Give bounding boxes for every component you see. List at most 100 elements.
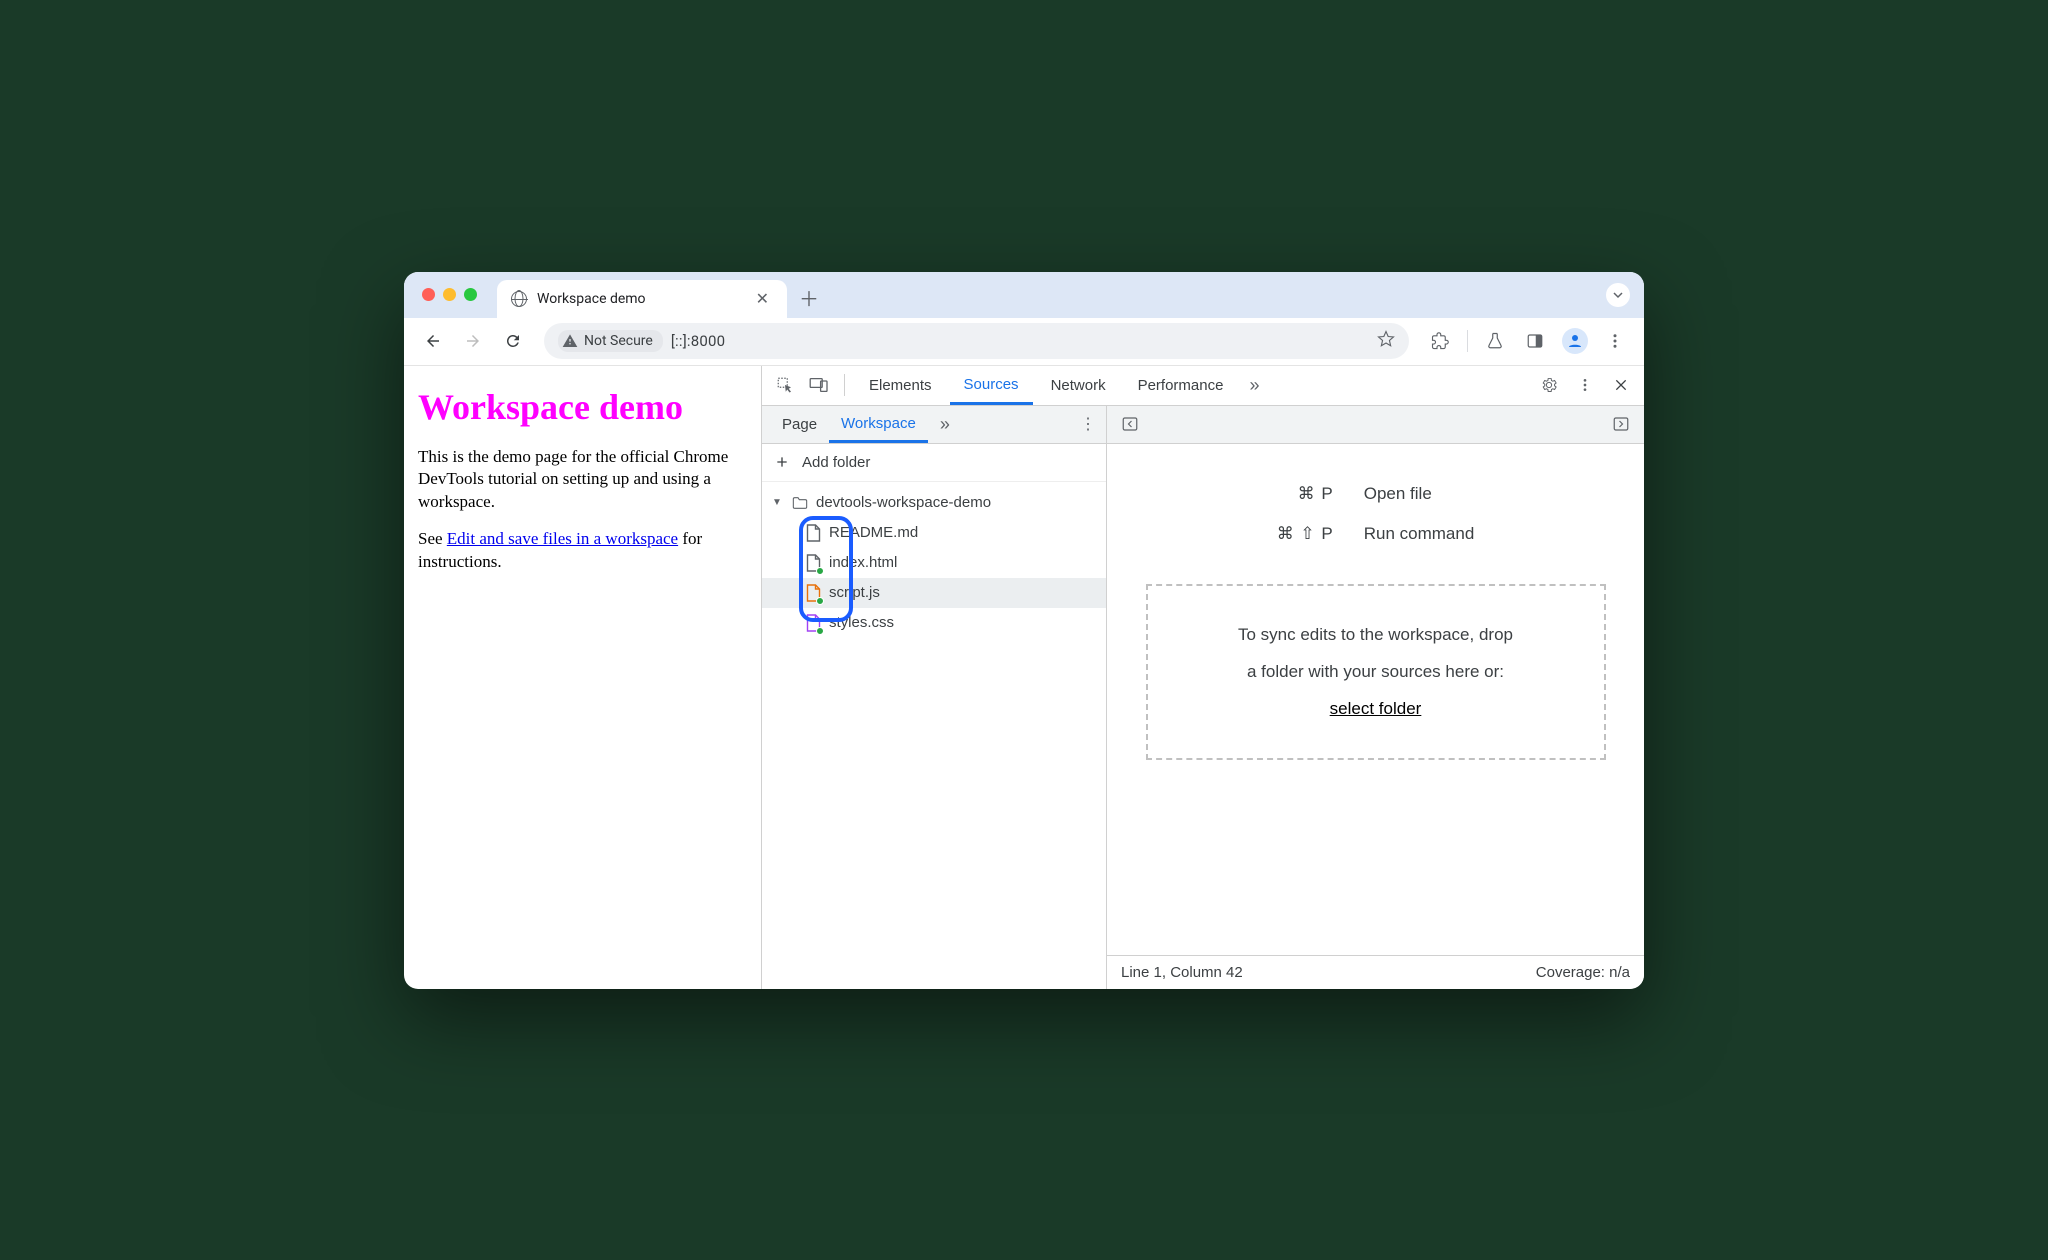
minimize-window-button[interactable]: [443, 288, 456, 301]
file-name: styles.css: [829, 614, 894, 631]
browser-tab[interactable]: Workspace demo ✕: [497, 280, 787, 318]
folder-icon: [792, 496, 808, 510]
cursor-position: Line 1, Column 42: [1121, 964, 1243, 981]
file-row-readme[interactable]: README.md: [762, 518, 1106, 548]
subtab-page[interactable]: Page: [770, 406, 829, 443]
maximize-window-button[interactable]: [464, 288, 477, 301]
workspace-tutorial-link[interactable]: Edit and save files in a workspace: [447, 529, 678, 548]
side-panel-button[interactable]: [1518, 324, 1552, 358]
more-tabs-button[interactable]: »: [1241, 375, 1267, 396]
editor-pane: ⌘ P Open file ⌘ ⇧ P Run command To sync …: [1107, 406, 1644, 989]
shortcut-key: ⌘ P: [1277, 484, 1334, 504]
page-heading: Workspace demo: [418, 386, 747, 428]
reload-icon: [504, 332, 522, 350]
panel-icon: [1526, 332, 1544, 350]
separator: [844, 374, 845, 396]
device-toolbar-button[interactable]: [804, 370, 834, 400]
shortcut-key: ⌘ ⇧ P: [1277, 524, 1334, 544]
inspect-icon: [776, 376, 794, 394]
add-folder-button[interactable]: Add folder: [762, 444, 1106, 482]
tab-search-button[interactable]: [1606, 283, 1630, 307]
editor-body: ⌘ P Open file ⌘ ⇧ P Run command To sync …: [1107, 444, 1644, 955]
subtab-workspace[interactable]: Workspace: [829, 406, 928, 443]
drop-text-2: a folder with your sources here or:: [1178, 653, 1574, 690]
file-row-styles[interactable]: styles.css: [762, 608, 1106, 638]
window-controls: [422, 288, 477, 301]
shortcuts-help: ⌘ P Open file ⌘ ⇧ P Run command: [1277, 484, 1475, 544]
file-row-index[interactable]: index.html: [762, 548, 1106, 578]
browser-window: Workspace demo ✕ ＋ Not Secure [::]:8000: [404, 272, 1644, 989]
file-name: index.html: [829, 554, 897, 571]
arrow-left-icon: [424, 332, 442, 350]
css-file-icon: [806, 614, 821, 632]
star-icon: [1377, 330, 1395, 348]
drop-zone[interactable]: To sync edits to the workspace, drop a f…: [1146, 584, 1606, 760]
separator: [1467, 330, 1468, 352]
globe-icon: [511, 291, 527, 307]
page-viewport: Workspace demo This is the demo page for…: [404, 366, 762, 989]
menu-button[interactable]: [1598, 324, 1632, 358]
close-window-button[interactable]: [422, 288, 435, 301]
reload-button[interactable]: [496, 324, 530, 358]
forward-button[interactable]: [456, 324, 490, 358]
page-paragraph-2: See Edit and save files in a workspace f…: [418, 528, 747, 574]
sources-sidebar: Page Workspace » ⋮ Add folder ▼: [762, 406, 1107, 989]
gear-icon: [1540, 376, 1558, 394]
close-icon: [1613, 377, 1629, 393]
add-folder-label: Add folder: [802, 454, 870, 471]
coverage-status: Coverage: n/a: [1536, 964, 1630, 981]
tab-performance[interactable]: Performance: [1124, 366, 1238, 405]
devices-icon: [809, 377, 829, 393]
editor-status-bar: Line 1, Column 42 Coverage: n/a: [1107, 955, 1644, 989]
kebab-icon: [1577, 377, 1593, 393]
inspect-button[interactable]: [770, 370, 800, 400]
arrow-right-icon: [464, 332, 482, 350]
back-button[interactable]: [416, 324, 450, 358]
file-row-script[interactable]: script.js: [762, 578, 1106, 608]
labs-button[interactable]: [1478, 324, 1512, 358]
tab-elements[interactable]: Elements: [855, 366, 946, 405]
file-name: script.js: [829, 584, 880, 601]
omnibox[interactable]: Not Secure [::]:8000: [544, 323, 1409, 359]
devtools-settings-button[interactable]: [1534, 370, 1564, 400]
devtools-tabs: Elements Sources Network Performance »: [762, 366, 1644, 406]
devtools-close-button[interactable]: [1606, 370, 1636, 400]
security-label: Not Secure: [584, 333, 653, 349]
folder-name: devtools-workspace-demo: [816, 494, 991, 511]
devtools-body: Page Workspace » ⋮ Add folder ▼: [762, 406, 1644, 989]
sources-sidebar-menu[interactable]: ⋮: [1070, 414, 1106, 434]
disclosure-triangle-icon: ▼: [772, 497, 784, 508]
html-file-icon: [806, 554, 821, 572]
extensions-button[interactable]: [1423, 324, 1457, 358]
security-chip[interactable]: Not Secure: [558, 330, 663, 352]
url-text: [::]:8000: [671, 332, 725, 350]
file-icon: [806, 524, 821, 542]
tab-title: Workspace demo: [537, 291, 742, 307]
editor-toolbar: [1107, 406, 1644, 444]
new-tab-button[interactable]: ＋: [799, 283, 819, 312]
bookmark-button[interactable]: [1377, 330, 1395, 352]
titlebar: Workspace demo ✕ ＋: [404, 272, 1644, 318]
tab-sources[interactable]: Sources: [950, 366, 1033, 405]
folder-row[interactable]: ▼ devtools-workspace-demo: [762, 488, 1106, 518]
plus-icon: [774, 454, 790, 470]
devtools: Elements Sources Network Performance »: [762, 366, 1644, 989]
flask-icon: [1486, 332, 1504, 350]
show-navigator-button[interactable]: [1115, 409, 1145, 439]
drop-text-1: To sync edits to the workspace, drop: [1178, 616, 1574, 653]
shortcut-label: Open file: [1364, 484, 1475, 504]
select-folder-link[interactable]: select folder: [1330, 699, 1422, 718]
file-name: README.md: [829, 524, 918, 541]
content: Workspace demo This is the demo page for…: [404, 366, 1644, 989]
avatar-icon: [1562, 328, 1588, 354]
devtools-menu-button[interactable]: [1570, 370, 1600, 400]
chevron-down-icon: [1612, 289, 1624, 301]
more-subtabs-button[interactable]: »: [932, 414, 958, 435]
tab-network[interactable]: Network: [1037, 366, 1120, 405]
close-tab-button[interactable]: ✕: [752, 289, 773, 308]
profile-button[interactable]: [1558, 324, 1592, 358]
show-debugger-button[interactable]: [1606, 409, 1636, 439]
panel-left-icon: [1121, 415, 1139, 433]
warning-icon: [562, 333, 578, 349]
page-paragraph-1: This is the demo page for the official C…: [418, 446, 747, 515]
